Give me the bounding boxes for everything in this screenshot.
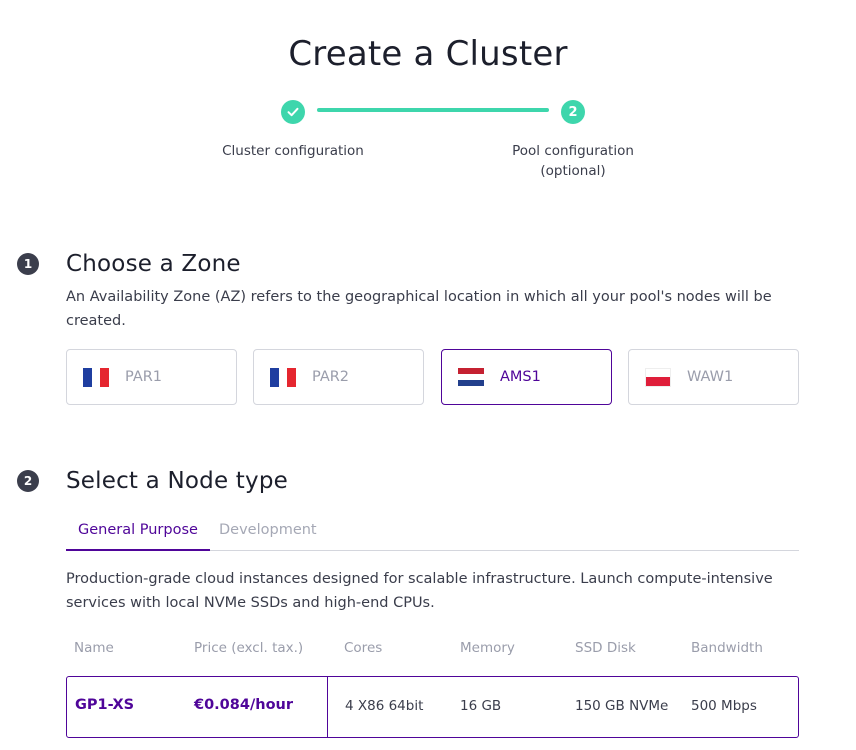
zone-label: PAR2: [312, 369, 350, 385]
tab-general-purpose[interactable]: General Purpose: [66, 512, 210, 551]
node-bandwidth: 500 Mbps: [691, 698, 757, 714]
node-disk: 150 GB NVMe: [575, 698, 669, 714]
node-section-title: Select a Node type: [66, 468, 288, 494]
node-section-description: Production-grade cloud instances designe…: [66, 571, 773, 611]
section-number-badge: 2: [17, 470, 39, 492]
zone-label: AMS1: [500, 369, 541, 385]
step-2-label-line2: (optional): [540, 163, 606, 179]
france-flag-icon: [270, 367, 296, 387]
page-title: Create a Cluster: [288, 34, 568, 74]
tab-development[interactable]: Development: [207, 512, 329, 551]
zone-option-waw1[interactable]: WAW1: [628, 349, 799, 405]
netherlands-flag-icon: [458, 367, 484, 387]
column-header-name: Name: [74, 640, 114, 656]
zone-option-par1[interactable]: PAR1: [66, 349, 237, 405]
step-1-completed: [281, 100, 305, 124]
zone-option-ams1[interactable]: AMS1: [441, 349, 612, 405]
zone-label: PAR1: [125, 369, 163, 385]
node-price: €0.084/hour: [194, 697, 294, 713]
section-number-badge: 1: [17, 253, 39, 275]
check-icon: [287, 107, 299, 117]
zone-label: WAW1: [687, 369, 734, 385]
node-type-tabs: General Purpose Development: [66, 512, 799, 551]
node-name: GP1-XS: [75, 697, 135, 713]
column-header-price: Price (excl. tax.): [194, 640, 304, 656]
zone-option-par2[interactable]: PAR2: [253, 349, 424, 405]
step-2-label-line1: Pool configuration: [512, 143, 634, 159]
france-flag-icon: [83, 367, 109, 387]
node-cores: 4 X86 64bit: [345, 698, 424, 714]
column-header-memory: Memory: [460, 640, 515, 656]
column-header-cores: Cores: [344, 640, 383, 656]
row-divider: [327, 677, 328, 737]
stepper-progress-line: [317, 108, 549, 112]
step-2-number: 2: [561, 100, 585, 124]
step-2-label: Pool configuration (optional): [473, 141, 673, 181]
node-memory: 16 GB: [460, 698, 502, 714]
poland-flag-icon: [645, 367, 671, 387]
column-header-bandwidth: Bandwidth: [691, 640, 763, 656]
table-row-gp1-xs[interactable]: GP1-XS €0.084/hour 4 X86 64bit 16 GB 150…: [66, 676, 799, 738]
zone-section-title: Choose a Zone: [66, 251, 241, 277]
zone-section-description: An Availability Zone (AZ) refers to the …: [66, 289, 772, 329]
column-header-ssd-disk: SSD Disk: [575, 640, 636, 656]
step-1-label: Cluster configuration: [222, 143, 364, 159]
